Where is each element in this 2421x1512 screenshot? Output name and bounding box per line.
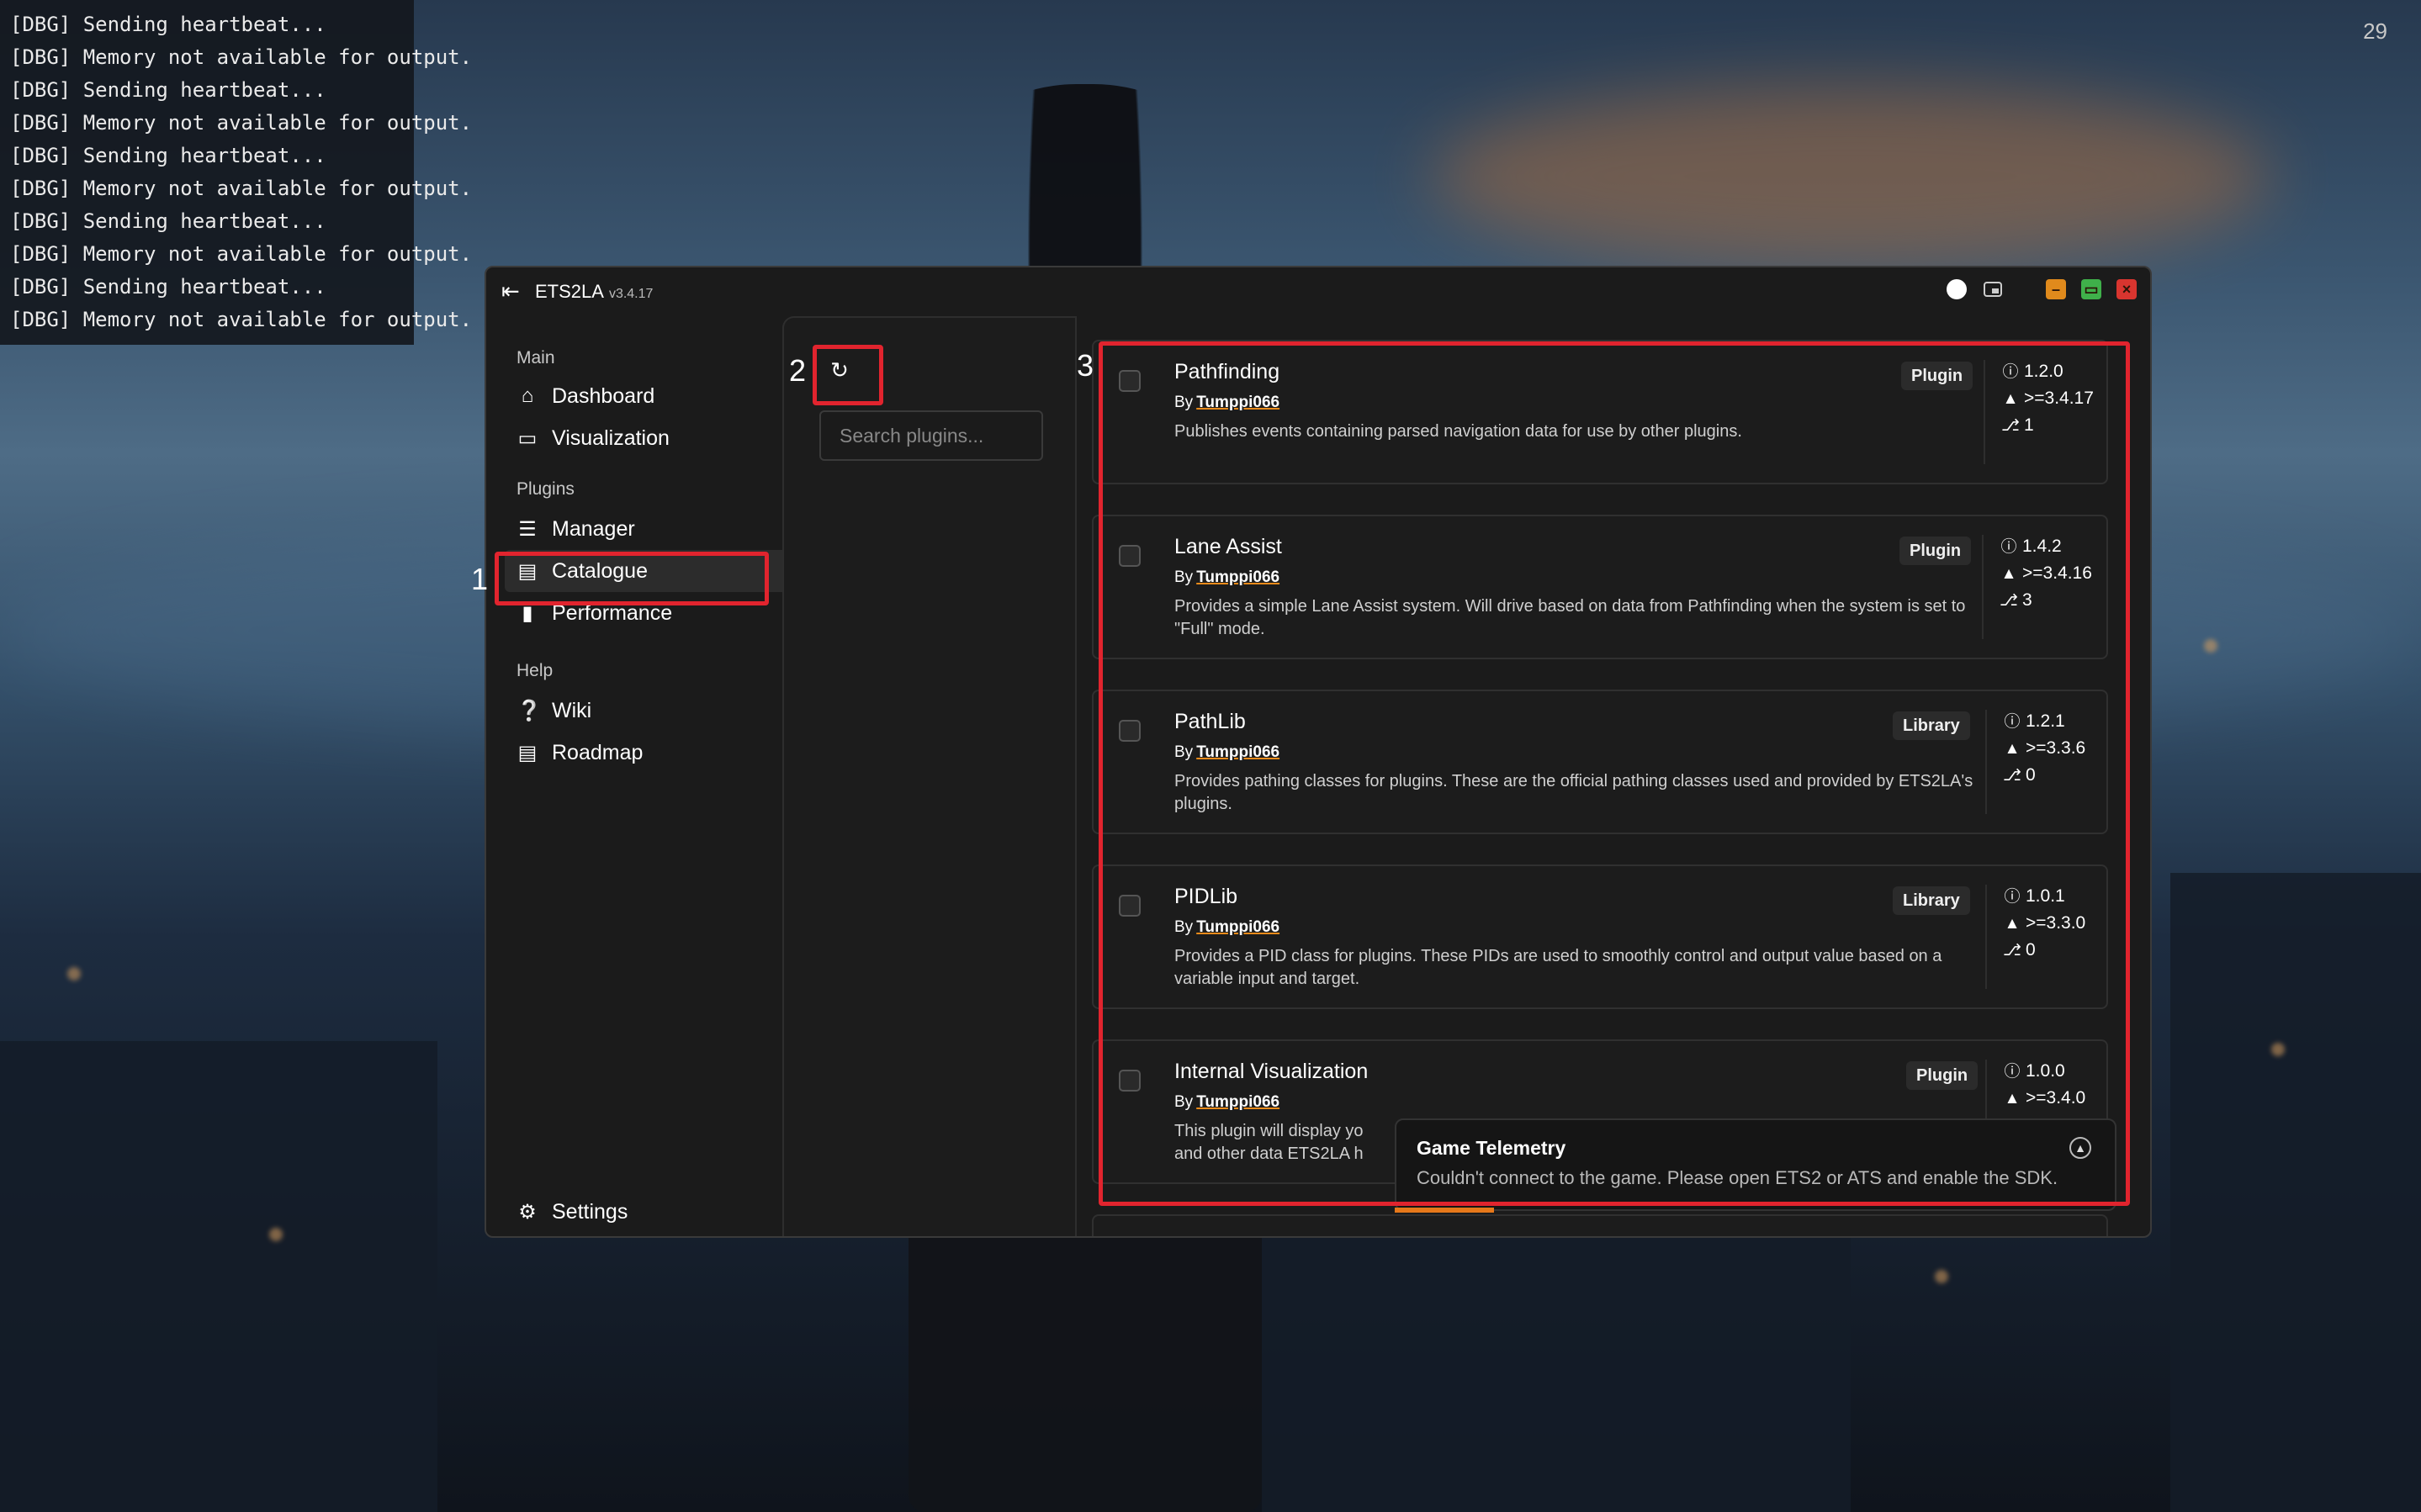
sidebar-item-label: Manager <box>552 516 635 541</box>
debug-line: [DBG] Memory not available for output. <box>10 111 473 135</box>
corner-number: 29 <box>2363 19 2387 44</box>
debug-line: [DBG] Sending heartbeat... <box>10 13 326 36</box>
sidebar-item-visualization[interactable]: ▭ Visualization <box>505 417 799 459</box>
close-button[interactable]: × <box>2116 279 2137 299</box>
debug-line: [DBG] Memory not available for output. <box>10 45 473 69</box>
sidebar-section-help: Help <box>517 661 554 680</box>
title-bar[interactable]: ⇤ ETS2LA v3.4.17 – ▭ × <box>486 267 2150 316</box>
search-input[interactable]: Search plugins... <box>819 410 1043 461</box>
sidebar-item-dashboard[interactable]: ⌂ Dashboard <box>505 375 799 417</box>
app-title-text: ETS2LA <box>535 281 604 302</box>
annotation-box-plugin-list <box>1099 341 2130 1206</box>
city-light <box>67 967 81 981</box>
debug-line: [DBG] Memory not available for output. <box>10 177 473 200</box>
sidebar-section-plugins: Plugins <box>517 479 575 499</box>
help-circle-icon: ❔ <box>517 699 542 722</box>
annotation-box-catalogue <box>495 552 769 605</box>
sidebar-item-label: Settings <box>552 1199 628 1224</box>
maximize-icon: ▭ <box>2084 281 2099 298</box>
plugin-card[interactable] <box>1092 1214 2108 1236</box>
sidebar-section-main: Main <box>517 348 555 367</box>
sidebar-item-label: Roadmap <box>552 740 644 764</box>
maximize-button[interactable]: ▭ <box>2081 279 2101 299</box>
theme-toggle-button[interactable] <box>1947 279 1967 299</box>
app-title: ETS2LA v3.4.17 <box>535 281 653 303</box>
debug-line: [DBG] Sending heartbeat... <box>10 275 326 299</box>
building <box>0 1041 437 1512</box>
monitor-icon: ▭ <box>517 426 538 450</box>
sidebar-item-label: Dashboard <box>552 383 655 408</box>
debug-line: [DBG] Sending heartbeat... <box>10 78 326 102</box>
city-light <box>2204 639 2217 653</box>
minimize-icon: – <box>2051 281 2060 298</box>
gear-icon: ⚙ <box>518 1200 537 1224</box>
debug-line: [DBG] Memory not available for output. <box>10 308 473 331</box>
sunset-glow <box>1430 84 2271 269</box>
debug-line: [DBG] Sending heartbeat... <box>10 209 326 233</box>
debug-line: [DBG] Sending heartbeat... <box>10 144 326 167</box>
sidebar-item-settings[interactable]: ⚙ Settings <box>505 1191 799 1233</box>
city-light <box>2271 1043 2285 1056</box>
roadmap-icon: ▤ <box>517 741 538 764</box>
exit-icon[interactable]: ⇤ <box>501 279 523 303</box>
sidebar: Main ⌂ Dashboard ▭ Visualization Plugins ☰… <box>486 316 799 1236</box>
city-light <box>1935 1270 1948 1283</box>
app-version: v3.4.17 <box>608 287 654 301</box>
close-icon: × <box>2122 281 2132 298</box>
debug-console: [DBG] Sending heartbeat... [DBG] Memory … <box>0 0 473 345</box>
minimize-button[interactable]: – <box>2046 279 2066 299</box>
catalogue-controls: ↻ Search plugins... <box>782 316 1077 1236</box>
annotation-number-2: 2 <box>789 353 807 388</box>
sidebar-item-label: Wiki <box>552 698 592 722</box>
building <box>1262 1226 1851 1512</box>
list-icon: ☰ <box>518 517 537 541</box>
sidebar-item-label: Visualization <box>552 426 670 450</box>
annotation-number-3: 3 <box>1077 348 1094 383</box>
building <box>2170 873 2421 1512</box>
city-light <box>269 1228 283 1241</box>
annotation-number-1: 1 <box>471 562 489 596</box>
annotation-box-refresh <box>813 345 883 405</box>
debug-line: [DBG] Memory not available for output. <box>10 242 473 266</box>
pip-button[interactable] <box>1984 282 2002 297</box>
sidebar-item-roadmap[interactable]: ▤ Roadmap <box>505 732 799 774</box>
sidebar-item-wiki[interactable]: ❔ Wiki <box>505 690 799 732</box>
sidebar-item-manager[interactable]: ☰ Manager <box>505 508 799 550</box>
home-icon: ⌂ <box>521 384 534 407</box>
toast-progress-bar <box>1395 1208 1494 1213</box>
